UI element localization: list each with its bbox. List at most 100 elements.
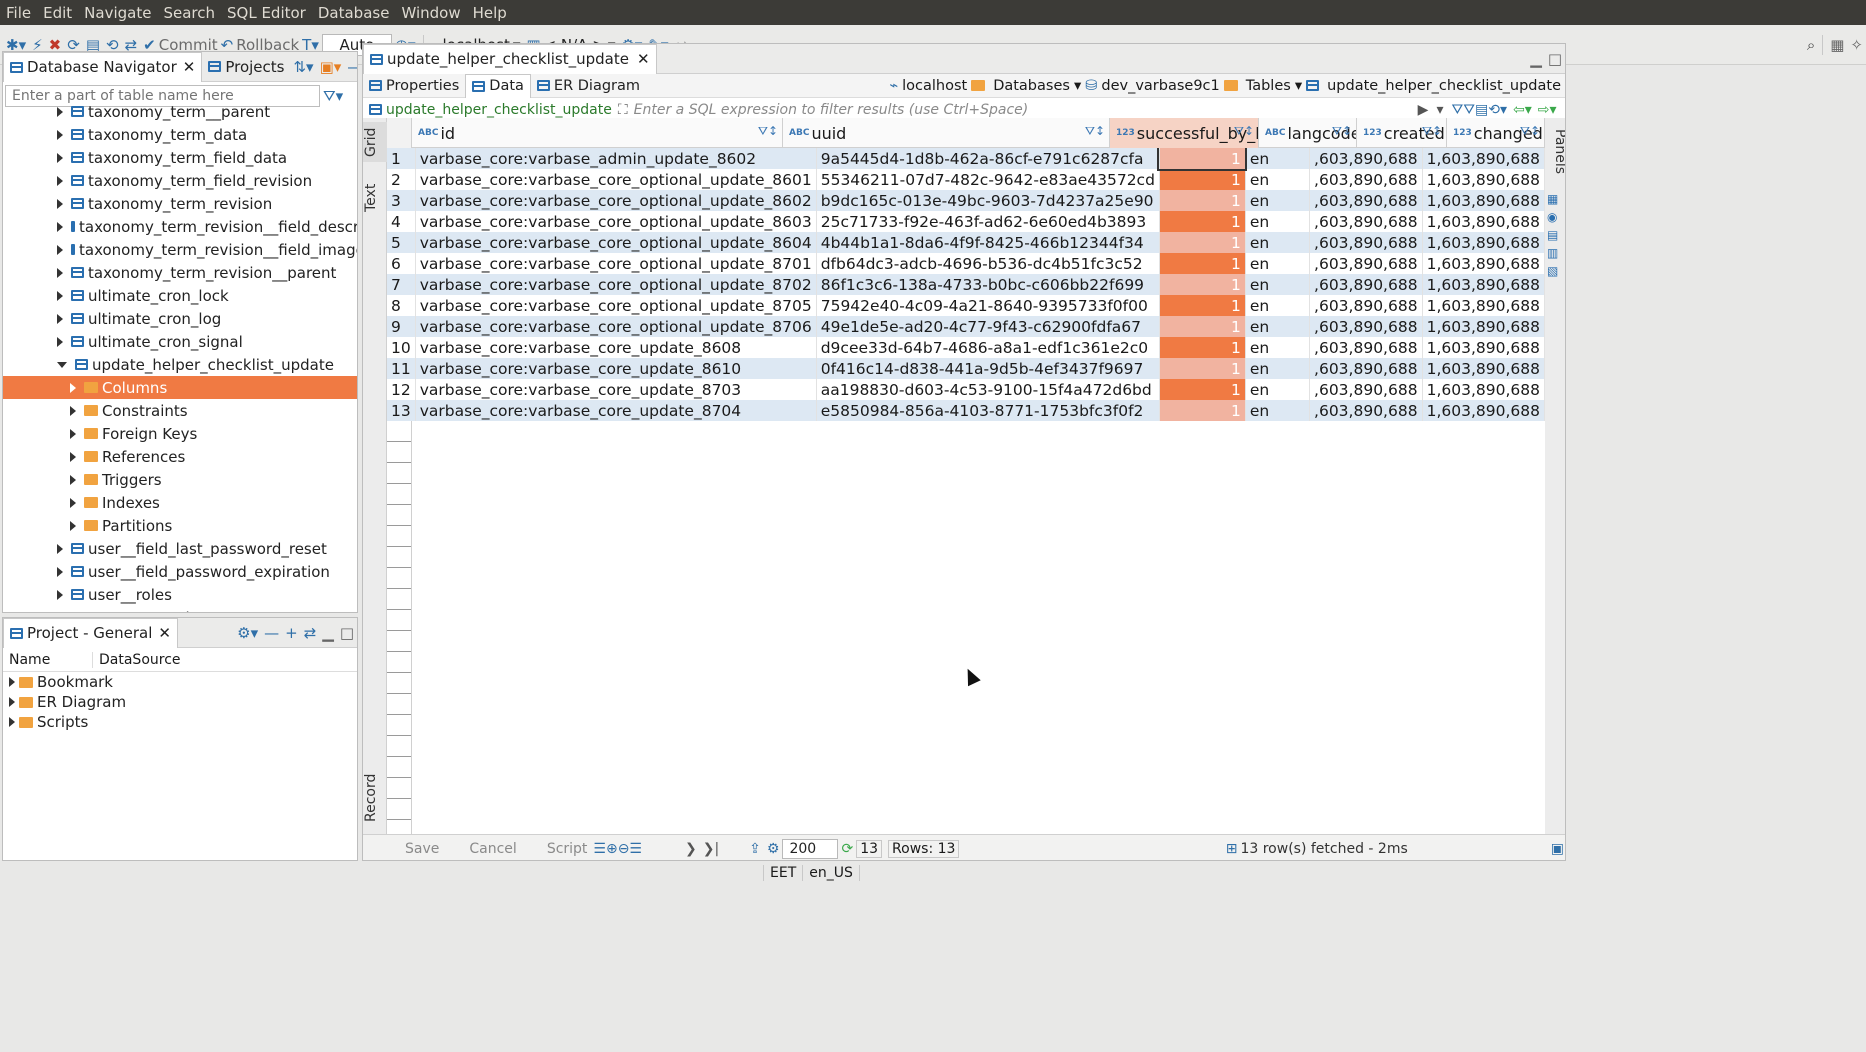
tree-table-item[interactable]: ultimate_cron_log: [3, 307, 357, 330]
table-cell[interactable]: ,603,890,688: [1309, 400, 1423, 421]
table-cell[interactable]: 75942e40-4c09-4a21-8640-9395733f0f00: [816, 295, 1160, 316]
table-cell[interactable]: varbase_core:varbase_admin_update_8602: [415, 148, 817, 169]
menu-database[interactable]: Database: [312, 4, 396, 22]
sort-icon[interactable]: ⛛↕: [1234, 124, 1254, 139]
tree-table-item[interactable]: ultimate_cron_signal: [3, 330, 357, 353]
table-cell[interactable]: 4b44b1a1-8da6-4f9f-8425-466b12344f34: [816, 232, 1160, 253]
subtab-data[interactable]: Data: [465, 73, 531, 98]
column-header-langcode[interactable]: ABC langcode ⛛↕: [1259, 118, 1357, 148]
tab-table-editor[interactable]: update_helper_checklist_update ✕: [363, 44, 657, 74]
layout-icon[interactable]: ▣: [1551, 841, 1564, 857]
tree-folder-item[interactable]: Foreign Keys: [3, 422, 357, 445]
link-editor-icon[interactable]: ⇄: [304, 624, 317, 642]
close-icon[interactable]: ✕: [637, 50, 650, 68]
table-cell[interactable]: ,603,890,688: [1309, 337, 1423, 358]
maximize-icon[interactable]: □: [340, 624, 354, 642]
table-cell[interactable]: varbase_core:varbase_core_update_8608: [415, 337, 817, 358]
table-cell[interactable]: en: [1245, 190, 1311, 211]
next-page-icon[interactable]: ❯: [685, 841, 697, 857]
table-cell[interactable]: en: [1245, 148, 1311, 169]
new-folder-icon[interactable]: ▣▾: [320, 58, 342, 76]
table-cell[interactable]: 1: [1159, 169, 1246, 190]
project-tree-item[interactable]: Scripts: [3, 712, 357, 732]
table-cell[interactable]: en: [1245, 232, 1311, 253]
table-cell[interactable]: 1,603,890,688: [1422, 295, 1545, 316]
chevron-down-icon[interactable]: [57, 361, 67, 368]
table-cell[interactable]: 0f416c14-d838-441a-9d5b-4ef3437f9697: [816, 358, 1160, 379]
table-row[interactable]: 2 varbase_core:varbase_core_optional_upda…: [387, 169, 1545, 190]
apply-filter-icon[interactable]: ▶: [1418, 102, 1429, 118]
tree-table-item[interactable]: taxonomy_term_revision__field_descriptio…: [3, 215, 357, 238]
subtab-er-diagram[interactable]: ER Diagram: [531, 74, 646, 98]
table-cell[interactable]: varbase_core:varbase_core_optional_updat…: [415, 274, 817, 295]
add-icon[interactable]: +: [285, 624, 298, 642]
tree-table-item[interactable]: ultimate_cron_lock: [3, 284, 357, 307]
tab-project-general[interactable]: Project - General ✕: [3, 618, 178, 648]
table-cell[interactable]: 1,603,890,688: [1422, 169, 1545, 190]
column-header-successful-by-hook[interactable]: 123successful_by_hook⛛↕: [1110, 118, 1259, 148]
table-cell[interactable]: 1: [1159, 379, 1246, 400]
breadcrumb-databases[interactable]: Databases: [993, 78, 1070, 94]
breadcrumb-db[interactable]: dev_varbase9c1: [1101, 78, 1219, 94]
table-cell[interactable]: en: [1245, 295, 1311, 316]
table-cell[interactable]: 86f1c3c6-138a-4733-b0bc-c606bb22f699: [816, 274, 1160, 295]
table-cell[interactable]: varbase_core:varbase_core_update_8703: [415, 379, 817, 400]
record-view-tab[interactable]: Record: [363, 768, 387, 828]
cancel-button[interactable]: Cancel: [469, 841, 516, 857]
table-cell[interactable]: varbase_core:varbase_core_optional_updat…: [415, 295, 817, 316]
menu-file[interactable]: File: [0, 4, 37, 22]
chevron-right-icon[interactable]: [57, 313, 63, 324]
table-cell[interactable]: en: [1245, 358, 1311, 379]
chevron-down-icon[interactable]: ▾: [1295, 78, 1302, 94]
menu-sql-editor[interactable]: SQL Editor: [221, 4, 312, 22]
table-cell[interactable]: en: [1245, 253, 1311, 274]
table-cell[interactable]: varbase_core:varbase_core_optional_updat…: [415, 190, 817, 211]
table-cell[interactable]: en: [1245, 379, 1311, 400]
table-cell[interactable]: 1,603,890,688: [1422, 316, 1545, 337]
table-cell[interactable]: ,603,890,688: [1309, 190, 1423, 211]
tree-folder-item[interactable]: Constraints: [3, 399, 357, 422]
table-cell[interactable]: varbase_core:varbase_core_update_8704: [415, 400, 817, 421]
menu-help[interactable]: Help: [467, 4, 513, 22]
table-cell[interactable]: 1,603,890,688: [1422, 274, 1545, 295]
sort-icon[interactable]: ⛛↕: [1332, 124, 1352, 139]
breadcrumb-table[interactable]: update_helper_checklist_update: [1327, 78, 1561, 94]
chevron-right-icon[interactable]: [57, 290, 63, 301]
tree-table-item[interactable]: user__field_password_expiration: [3, 560, 357, 583]
table-cell[interactable]: varbase_core:varbase_core_update_8610: [415, 358, 817, 379]
table-row[interactable]: 5 varbase_core:varbase_core_optional_upda…: [387, 232, 1545, 253]
chevron-right-icon[interactable]: [9, 677, 15, 687]
chevron-right-icon[interactable]: [57, 152, 63, 163]
tree-table-item[interactable]: taxonomy_term_field_revision: [3, 169, 357, 192]
tree-table-item[interactable]: user__roles: [3, 583, 357, 606]
column-header-name[interactable]: Name: [3, 651, 93, 668]
chevron-right-icon[interactable]: [57, 543, 63, 554]
export-icon[interactable]: ⇪: [749, 841, 761, 857]
table-cell[interactable]: 1: [1159, 274, 1246, 295]
subtab-properties[interactable]: Properties: [363, 74, 465, 98]
tree-table-item[interactable]: user__user_picture: [3, 606, 357, 613]
close-icon[interactable]: ✕: [183, 58, 196, 76]
forward-arrow-icon[interactable]: ⇨▾: [1538, 102, 1557, 118]
table-cell[interactable]: 25c71733-f92e-463f-ad62-6e60ed4b3893: [816, 211, 1160, 232]
link-icon[interactable]: ⇅▾: [293, 58, 313, 76]
table-cell[interactable]: varbase_core:varbase_core_optional_updat…: [415, 316, 817, 337]
tree-table-item[interactable]: taxonomy_term_revision__field_image: [3, 238, 357, 261]
sort-icon[interactable]: ⛛↕: [1422, 124, 1442, 139]
grid-view-tab[interactable]: Grid: [363, 122, 387, 162]
table-row[interactable]: 12 varbase_core:varbase_core_update_8703 a…: [387, 379, 1545, 400]
project-tree-item[interactable]: Bookmark: [3, 672, 357, 692]
tree-table-item[interactable]: update_helper_checklist_update: [3, 353, 357, 376]
expand-filter-icon[interactable]: ⛶: [618, 102, 628, 118]
text-view-tab[interactable]: Text: [363, 178, 387, 218]
chevron-right-icon[interactable]: [57, 198, 63, 209]
table-cell[interactable]: 1,603,890,688: [1422, 358, 1545, 379]
table-cell[interactable]: 1,603,890,688: [1422, 190, 1545, 211]
table-row[interactable]: 4 varbase_core:varbase_core_optional_upda…: [387, 211, 1545, 232]
sort-icon[interactable]: ⛛↕: [1085, 124, 1105, 139]
table-cell[interactable]: 1,603,890,688: [1422, 379, 1545, 400]
last-page-icon[interactable]: ❯|: [703, 841, 719, 857]
chevron-right-icon[interactable]: [57, 221, 63, 232]
table-cell[interactable]: 1,603,890,688: [1422, 232, 1545, 253]
sort-icon[interactable]: ⛛↕: [1520, 124, 1540, 139]
